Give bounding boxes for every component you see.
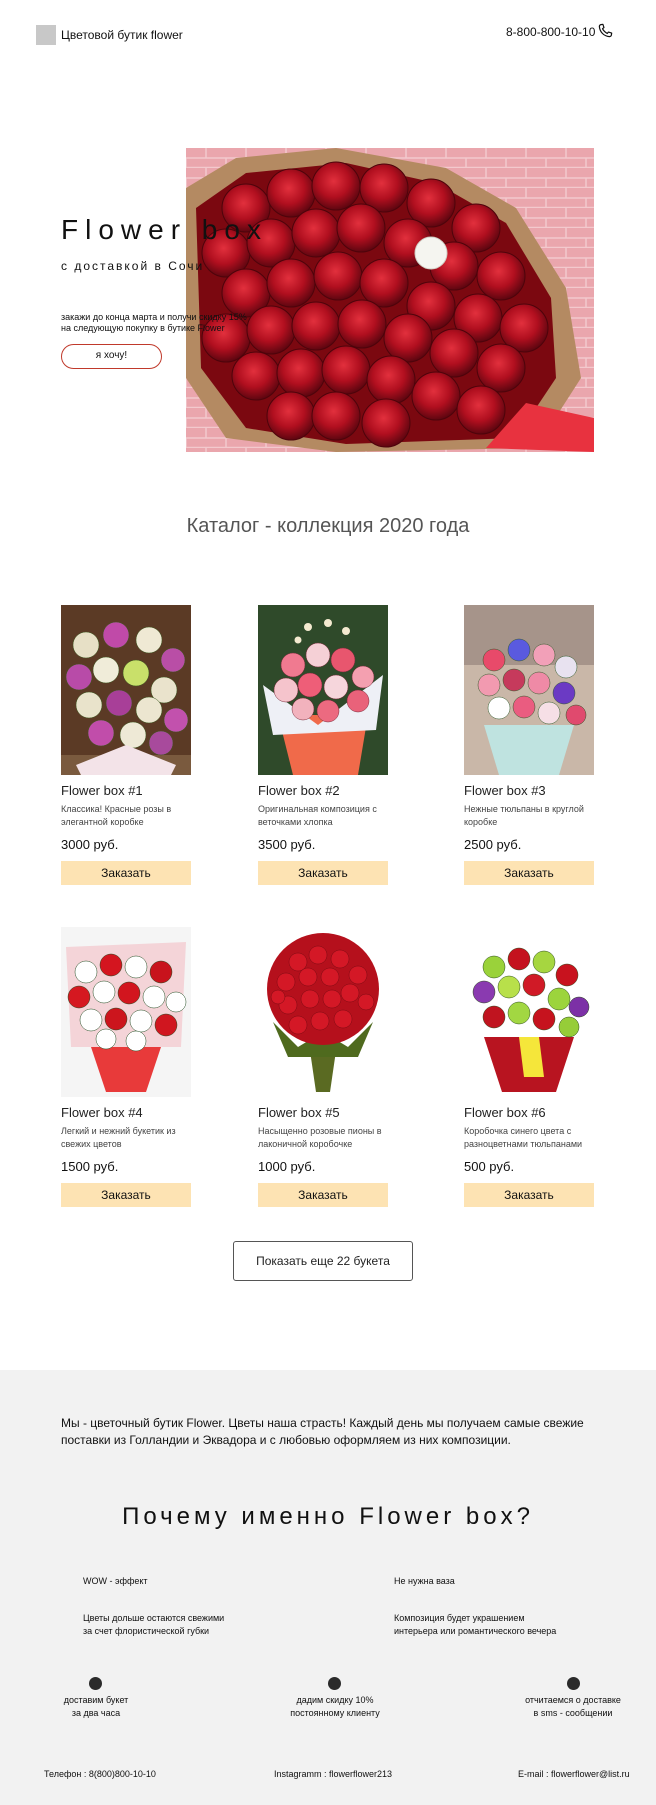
feature-text-line: интерьера или романтического вечера xyxy=(394,1626,557,1636)
product-price: 3500 руб. xyxy=(258,837,316,852)
feature-title: Не нужна ваза xyxy=(394,1576,455,1586)
benefit-label-line: за два часа xyxy=(71,1708,121,1718)
roses-bouquet-image xyxy=(186,148,594,452)
product-photo[interactable] xyxy=(464,927,594,1097)
product-name: Flower box #2 xyxy=(258,783,340,798)
feature-text: Композиция будет украшением интерьера ил… xyxy=(394,1612,584,1638)
promo-line: на следующую покупку в бутике Flower xyxy=(61,323,225,333)
footer-phone[interactable]: Телефон : 8(800)800-10-10 xyxy=(44,1769,156,1779)
benefit-label: дадим скидку 10% постоянному клиенту xyxy=(265,1694,405,1720)
logo-placeholder[interactable] xyxy=(36,25,56,45)
feature-text-line: Цветы дольше остаются свежими xyxy=(83,1613,225,1623)
product-photo[interactable] xyxy=(61,927,191,1097)
product-price: 1000 руб. xyxy=(258,1159,316,1174)
footer-email[interactable]: E-mail : flowerflower@list.ru xyxy=(518,1769,630,1779)
product-description: Коробочка синего цвета с разноцветнами т… xyxy=(464,1126,583,1149)
product-card: Flower box #2 Оригинальная композиция с … xyxy=(258,605,388,885)
product-name: Flower box #5 xyxy=(258,1105,340,1120)
footer-instagram[interactable]: Instagramm : flowerflower213 xyxy=(274,1769,392,1779)
product-name: Flower box #6 xyxy=(464,1105,546,1120)
show-more-button[interactable]: Показать еще 22 букета xyxy=(233,1241,413,1281)
brand-name[interactable]: Цветовой бутик flower xyxy=(61,28,183,42)
product-price: 500 руб. xyxy=(464,1159,515,1174)
product-card: Flower box #5 Насыщенно розовые пионы в … xyxy=(258,927,388,1207)
why-title: Почему именно Flower box? xyxy=(122,1503,534,1530)
product-photo[interactable] xyxy=(258,927,388,1097)
order-button[interactable]: Заказать xyxy=(61,1183,191,1207)
order-button[interactable]: Заказать xyxy=(258,1183,388,1207)
product-description: Нежные тюльпаны в круглой коробке xyxy=(464,804,584,827)
hero-subtitle: с доставкой в Сочи xyxy=(61,259,205,273)
order-button[interactable]: Заказать xyxy=(258,861,388,885)
benefit-label-line: постоянному клиенту xyxy=(290,1708,380,1718)
order-button[interactable]: Заказать xyxy=(61,861,191,885)
order-button[interactable]: Заказать xyxy=(464,861,594,885)
catalog-title: Каталог - коллекция 2020 года xyxy=(186,515,470,537)
want-button[interactable]: я хочу! xyxy=(61,344,162,369)
benefit-dot xyxy=(328,1677,341,1690)
benefit-label-line: отчитаемся о доставке xyxy=(525,1695,621,1705)
benefit-label-line: дадим скидку 10% xyxy=(296,1695,374,1705)
about-text: Мы - цветочный бутик Flower. Цветы наша … xyxy=(61,1416,584,1447)
benefit-dot xyxy=(567,1677,580,1690)
product-description: Насыщенно розовые пионы в лаконичной кор… xyxy=(258,1126,382,1149)
product-description: Оригинальная композиция с веточками хлоп… xyxy=(258,804,377,827)
product-description: Классика! Красные розы в элегантной коро… xyxy=(61,804,172,827)
product-price: 2500 руб. xyxy=(464,837,522,852)
benefit-label-line: доставим букет xyxy=(63,1695,129,1705)
hero-title: Flower box xyxy=(61,214,268,245)
benefit-dot xyxy=(89,1677,102,1690)
feature-title: WOW - эффект xyxy=(83,1576,148,1586)
product-name: Flower box #4 xyxy=(61,1105,143,1120)
order-button[interactable]: Заказать xyxy=(464,1183,594,1207)
benefit-label-line: в sms - сообщении xyxy=(533,1708,613,1718)
product-card: Flower box #3 Нежные тюльпаны в круглой … xyxy=(464,605,594,885)
product-card: Flower box #4 Легкий и нежний букетик из… xyxy=(61,927,191,1207)
product-photo[interactable] xyxy=(61,605,191,775)
product-name: Flower box #1 xyxy=(61,783,143,798)
feature-text: Цветы дольше остаются свежими за счет фл… xyxy=(83,1612,273,1638)
phone-icon[interactable] xyxy=(596,22,614,40)
product-card: Flower box #6 Коробочка синего цвета с р… xyxy=(464,927,594,1207)
product-description: Легкий и нежний букетик из свежих цветов xyxy=(61,1126,176,1149)
product-price: 3000 руб. xyxy=(61,837,119,852)
hero-photo-roses xyxy=(186,148,594,452)
hero-promo-text: закажи до конца марта и получи скидку 15… xyxy=(61,312,271,334)
feature-text-line: Композиция будет украшением xyxy=(394,1613,525,1623)
product-card: Flower box #1 Классика! Красные розы в э… xyxy=(61,605,191,885)
product-photo[interactable] xyxy=(464,605,594,775)
promo-line: закажи до конца марта и получи скидку 15… xyxy=(61,312,247,322)
header-phone[interactable]: 8-800-800-10-10 xyxy=(506,25,595,39)
product-photo[interactable] xyxy=(258,605,388,775)
product-name: Flower box #3 xyxy=(464,783,546,798)
feature-text-line: за счет флористической губки xyxy=(83,1626,210,1636)
product-price: 1500 руб. xyxy=(61,1159,119,1174)
benefit-label: доставим букет за два часа xyxy=(26,1694,166,1720)
benefit-label: отчитаемся о доставке в sms - сообщении xyxy=(503,1694,643,1720)
